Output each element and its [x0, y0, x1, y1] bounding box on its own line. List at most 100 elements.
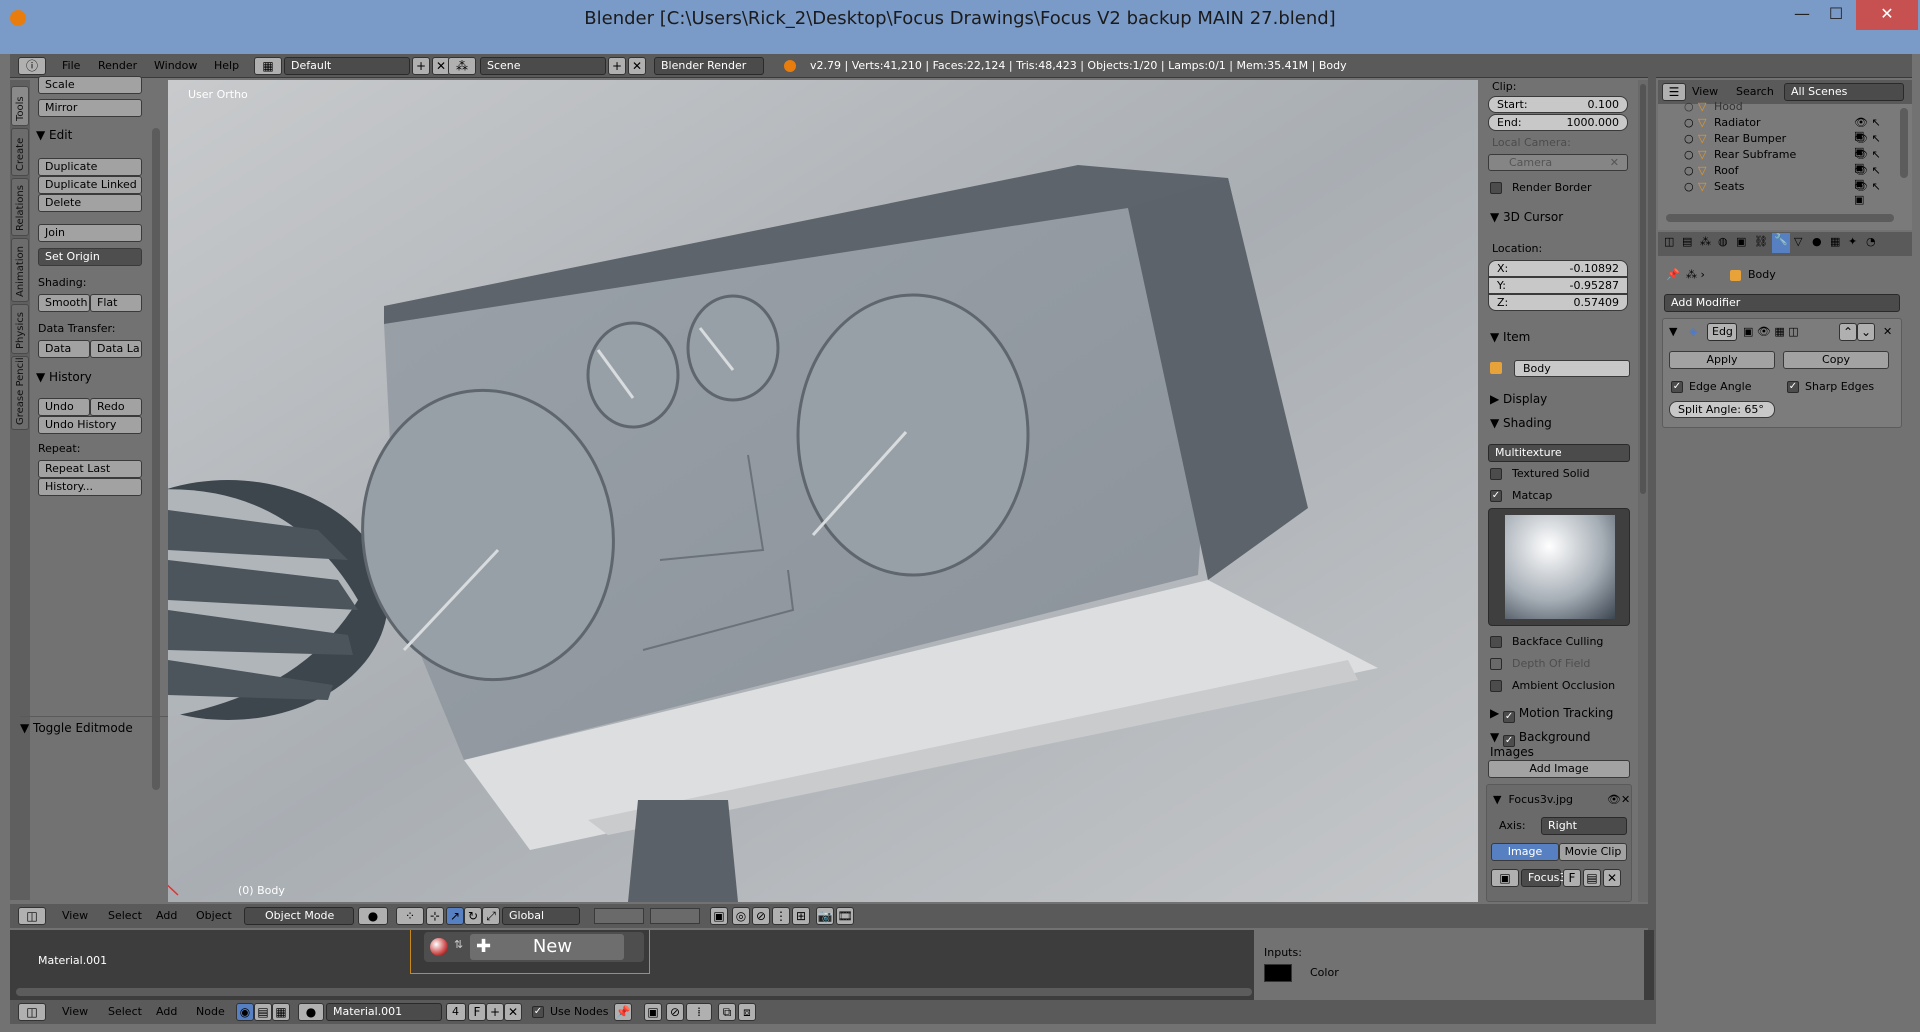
image-tab[interactable]: Image — [1491, 843, 1559, 861]
depth-of-field-checkbox[interactable] — [1490, 658, 1502, 670]
view-menu[interactable]: View — [62, 909, 88, 922]
node-editor-type-icon[interactable]: ◫ — [18, 1003, 46, 1021]
3d-view-editor-icon[interactable]: ◫ — [18, 907, 46, 925]
copy-node-tree-icon[interactable]: ⧉ — [718, 1003, 736, 1021]
snap-target-icon[interactable]: ⊞ — [792, 907, 810, 925]
transform-orientation-select[interactable]: Global — [502, 907, 580, 925]
tab-animation[interactable]: Animation — [11, 238, 29, 302]
flat-button[interactable]: Flat — [90, 294, 142, 312]
render-border-checkbox[interactable] — [1490, 182, 1502, 194]
lock-layer-icon[interactable]: ▣ — [710, 907, 728, 925]
movie-clip-tab[interactable]: Movie Clip — [1559, 843, 1627, 861]
matcap-checkbox[interactable]: ✓ — [1490, 490, 1502, 502]
image-name-field[interactable]: Focus3 — [1521, 869, 1566, 887]
node-select-menu[interactable]: Select — [108, 1005, 142, 1018]
outliner-item-radiator[interactable]: ○ ▽ Radiator 👁 ↖ ▣ — [1658, 116, 1894, 142]
add-scene-icon[interactable]: + — [608, 57, 626, 75]
smooth-button[interactable]: Smooth — [38, 294, 90, 312]
material-fake-user-button[interactable]: F — [468, 1003, 486, 1021]
menu-help[interactable]: Help — [214, 59, 239, 72]
mirror-button[interactable]: Mirror — [38, 99, 142, 117]
move-up-icon[interactable]: ⌃ — [1839, 323, 1857, 341]
snap-nodes-icon[interactable]: ⊘ — [666, 1003, 684, 1021]
scale-manipulator-icon[interactable]: ⤢ — [482, 907, 500, 925]
modifiers-tab-icon[interactable]: 🔧 — [1772, 233, 1790, 253]
fake-user-button[interactable]: F — [1563, 869, 1581, 887]
color-swatch[interactable] — [1264, 964, 1292, 982]
render-animation-icon[interactable]: 🎞 — [836, 907, 854, 925]
history-button[interactable]: History... — [38, 478, 142, 496]
rotate-manipulator-icon[interactable]: ↻ — [464, 907, 482, 925]
scene-field[interactable]: Scene — [480, 57, 606, 75]
object-tab-icon[interactable]: ▣ — [1736, 235, 1746, 248]
menu-window[interactable]: Window — [154, 59, 197, 72]
material-preview-icon[interactable] — [430, 938, 448, 956]
snap-element-icon[interactable]: ⋮ — [772, 907, 790, 925]
modifier-name-field[interactable]: Edg — [1707, 323, 1737, 341]
editor-type-icon[interactable]: ⓘ — [18, 57, 46, 75]
ambient-occlusion-checkbox[interactable] — [1490, 680, 1502, 692]
shading-mode-select[interactable]: Multitexture — [1488, 444, 1630, 462]
shader-nodes-icon[interactable]: ◉ — [236, 1003, 254, 1021]
image-browse-icon[interactable]: ▣ — [1491, 869, 1519, 887]
eye-icon[interactable]: 👁 — [1607, 793, 1621, 806]
remove-image-icon[interactable]: ✕ — [1621, 793, 1630, 806]
tab-create[interactable]: Create — [11, 128, 29, 176]
join-button[interactable]: Join — [38, 224, 142, 242]
remove-scene-icon[interactable]: ✕ — [628, 57, 646, 75]
menu-file[interactable]: File — [62, 59, 80, 72]
data-tab-icon[interactable]: ▽ — [1794, 235, 1802, 248]
move-down-icon[interactable]: ⌄ — [1857, 323, 1875, 341]
menu-render[interactable]: Render — [98, 59, 137, 72]
layer-buttons-a[interactable] — [594, 908, 644, 924]
world-tab-icon[interactable]: ◍ — [1718, 235, 1728, 248]
sharp-edges-checkbox[interactable]: ✓ — [1787, 381, 1799, 393]
unlink-image-icon[interactable]: ✕ — [1603, 869, 1621, 887]
material-browse-arrows[interactable]: ⇅ — [454, 938, 463, 951]
add-layout-icon[interactable]: + — [412, 57, 430, 75]
tab-tools[interactable]: Tools — [11, 86, 29, 126]
constraints-tab-icon[interactable]: ⛓ — [1754, 235, 1768, 248]
select-menu[interactable]: Select — [108, 909, 142, 922]
scene-icon[interactable]: ⁂ — [448, 57, 476, 75]
edge-angle-checkbox[interactable]: ✓ — [1671, 381, 1683, 393]
background-image-name[interactable]: ▼ Focus3v.jpg — [1493, 793, 1573, 806]
clip-end-field[interactable]: End: 1000.000 — [1488, 114, 1628, 131]
set-origin-select[interactable]: Set Origin — [38, 248, 142, 266]
use-nodes-checkbox[interactable]: ✓ — [532, 1006, 544, 1018]
backface-culling-checkbox[interactable] — [1490, 636, 1502, 648]
modifier-collapse-icon[interactable]: ▼ — [1669, 325, 1677, 338]
split-angle-field[interactable]: Split Angle: 65° — [1669, 401, 1775, 418]
display-section-header[interactable]: ▶ Display — [1490, 392, 1547, 406]
area-divider[interactable] — [1648, 54, 1656, 1024]
matcap-preview[interactable] — [1488, 508, 1630, 626]
tool-shelf-scrollbar[interactable] — [152, 128, 160, 790]
open-image-icon[interactable]: ▤ — [1583, 869, 1601, 887]
node-view-menu[interactable]: View — [62, 1005, 88, 1018]
apply-button[interactable]: Apply — [1669, 351, 1775, 369]
delete-button[interactable]: Delete — [38, 194, 142, 212]
tab-grease-pencil[interactable]: Grease Pencil — [11, 356, 29, 430]
paste-node-tree-icon[interactable]: ⧈ — [738, 1003, 756, 1021]
add-image-button[interactable]: Add Image — [1488, 760, 1630, 778]
unlink-material-icon[interactable]: ✕ — [504, 1003, 522, 1021]
object-menu[interactable]: Object — [196, 909, 232, 922]
pivot-point-icon[interactable]: ⁘ — [396, 907, 424, 925]
layers-tab-icon[interactable]: ▤ — [1682, 235, 1692, 248]
close-button[interactable]: ✕ — [1856, 0, 1918, 30]
n-panel-scrollbar[interactable] — [1640, 84, 1646, 494]
outliner-item-seats[interactable]: ○ ▽ Seats 👁 ↖ ▣ — [1658, 180, 1894, 206]
cursor-x-field[interactable]: X: -0.10892 — [1488, 260, 1628, 277]
local-camera-field[interactable]: Camera ✕ — [1488, 154, 1628, 171]
layer-buttons-b[interactable] — [650, 908, 700, 924]
outliner-item-rear-bumper[interactable]: ○ ▽ Rear Bumper 👁 ↖ ▣ — [1658, 132, 1894, 158]
viewport-shading-icon[interactable]: ● — [358, 907, 388, 925]
clip-start-field[interactable]: Start: 0.100 — [1488, 96, 1628, 113]
modifier-visibility-icons[interactable]: ▣ 👁 ▦ ◫ — [1743, 325, 1799, 338]
undo-button[interactable]: Undo — [38, 398, 90, 416]
pin-node-tree-icon[interactable]: 📌 — [614, 1003, 632, 1021]
mode-select[interactable]: Object Mode — [244, 907, 354, 925]
node-node-menu[interactable]: Node — [196, 1005, 225, 1018]
textured-solid-checkbox[interactable] — [1490, 468, 1502, 480]
redo-button[interactable]: Redo — [90, 398, 142, 416]
